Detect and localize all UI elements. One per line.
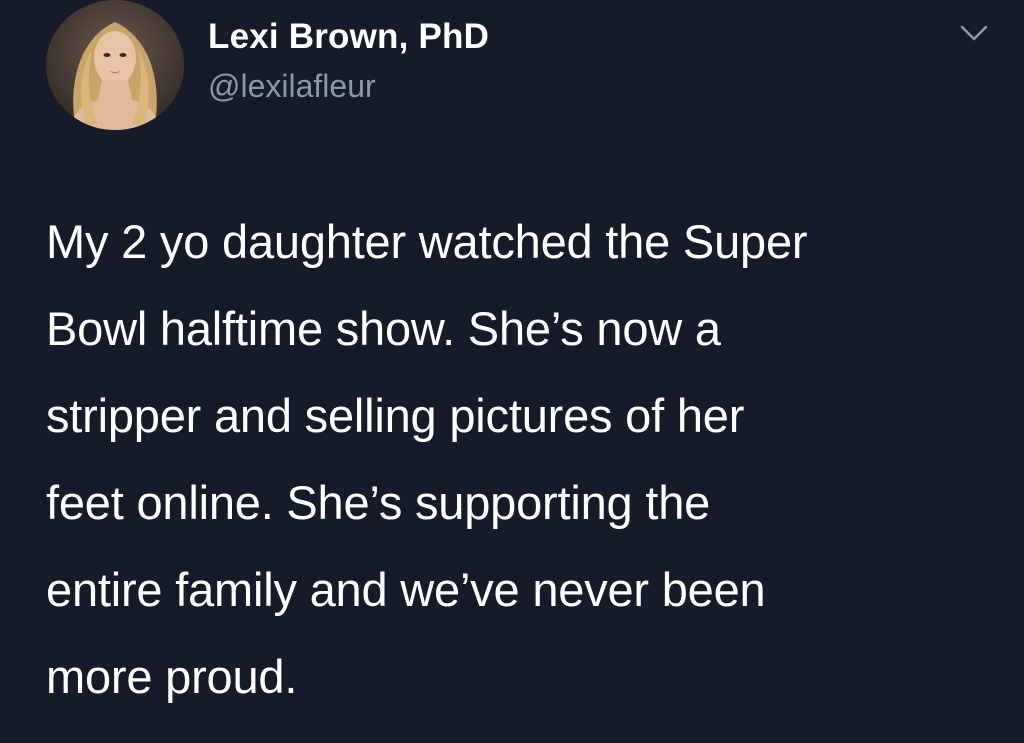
tweet-text-line: entire family and we’ve never been — [46, 563, 766, 616]
tweet-text-line: more proud. — [46, 650, 298, 703]
tweet-text-line: My 2 yo daughter watched the Super — [46, 215, 808, 268]
tweet-text: My 2 yo daughter watched the Super Bowl … — [46, 198, 1006, 720]
tweet-text-line: Bowl halftime show. She’s now a — [46, 302, 721, 355]
tweet-card: Lexi Brown, PhD @lexilafleur My 2 yo dau… — [0, 0, 1024, 743]
display-name[interactable]: Lexi Brown, PhD — [208, 17, 489, 57]
tweet-text-line: stripper and selling pictures of her — [46, 389, 745, 442]
avatar[interactable] — [46, 0, 184, 130]
tweet-text-line: feet online. She’s supporting the — [46, 476, 711, 529]
chevron-down-icon[interactable] — [956, 18, 992, 48]
profile-photo-icon — [46, 0, 184, 130]
user-handle[interactable]: @lexilafleur — [208, 68, 376, 105]
